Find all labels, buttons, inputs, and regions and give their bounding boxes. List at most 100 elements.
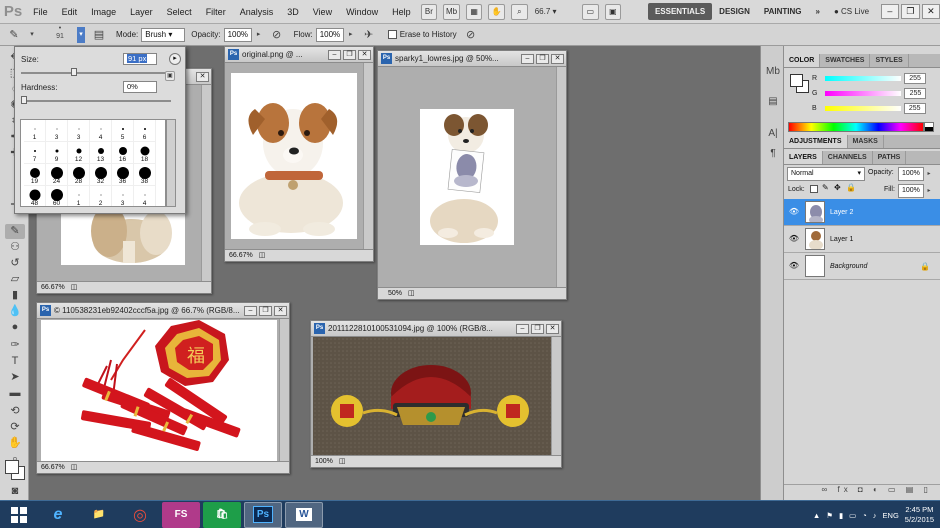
- doc-close-icon[interactable]: ✕: [274, 305, 287, 316]
- file-explorer-icon[interactable]: 📁: [80, 502, 118, 528]
- menu-file[interactable]: File: [26, 2, 55, 22]
- hardness-slider-track[interactable]: [21, 100, 171, 102]
- opacity-chevron-icon[interactable]: ▸: [255, 27, 263, 43]
- store-icon[interactable]: 🛍: [203, 501, 241, 528]
- lock-all-icon[interactable]: 🔒: [846, 183, 856, 192]
- layer-name[interactable]: Layer 2: [830, 209, 940, 216]
- tab-masks[interactable]: MASKS: [848, 135, 884, 148]
- mini-bridge-button[interactable]: Mb: [443, 3, 460, 20]
- brush-preset[interactable]: 16: [112, 142, 134, 164]
- doc-info-icon[interactable]: ◫: [71, 282, 78, 293]
- brush-preset[interactable]: 4: [134, 186, 156, 206]
- clock[interactable]: 2:45 PM 5/2/2015: [905, 505, 934, 525]
- green-slider[interactable]: [825, 90, 902, 96]
- hardness-slider-thumb[interactable]: [21, 96, 27, 104]
- mode-select[interactable]: Brush ▾: [141, 27, 186, 42]
- layer-thumbnail[interactable]: [805, 201, 825, 223]
- vertical-scrollbar[interactable]: [551, 337, 561, 455]
- lock-transparent-icon[interactable]: [810, 185, 818, 193]
- screen-mode-icon[interactable]: ▣: [604, 3, 622, 20]
- tool-preset-chevron-icon[interactable]: ▾: [28, 27, 36, 43]
- shape-tool-icon[interactable]: ▬: [5, 386, 25, 401]
- menu-edit[interactable]: Edit: [55, 2, 85, 22]
- history-brush-tool-icon[interactable]: ↺: [5, 256, 25, 271]
- menu-image[interactable]: Image: [84, 2, 123, 22]
- brush-preset[interactable]: 3: [46, 120, 68, 142]
- volume-icon[interactable]: ♪: [873, 511, 877, 520]
- fs-app-icon[interactable]: FS: [162, 501, 200, 528]
- layer-row-background[interactable]: 👁 Background 🔒: [784, 253, 940, 280]
- doc-zoom-value[interactable]: 66.67%: [229, 250, 253, 261]
- blur-tool-icon[interactable]: 💧: [5, 304, 25, 319]
- close-button[interactable]: ✕: [921, 4, 940, 19]
- brush-preset[interactable]: 32: [90, 164, 112, 186]
- photoshop-taskbar-icon[interactable]: Ps: [244, 501, 282, 528]
- visibility-eye-icon[interactable]: 👁: [788, 234, 800, 244]
- menu-3d[interactable]: 3D: [280, 2, 306, 22]
- doc-close-icon[interactable]: ✕: [551, 53, 564, 64]
- brush-preset[interactable]: 12: [68, 142, 90, 164]
- doc-info-icon[interactable]: ◫: [259, 250, 266, 261]
- visibility-eye-icon[interactable]: 👁: [788, 261, 800, 271]
- visibility-eye-icon[interactable]: 👁: [788, 207, 800, 217]
- brush-preset[interactable]: 2: [90, 186, 112, 206]
- brush-preset[interactable]: 1: [68, 186, 90, 206]
- cs-live-button[interactable]: ● CS Live ▾: [827, 3, 879, 33]
- menu-select[interactable]: Select: [160, 2, 199, 22]
- brush-preset[interactable]: 4: [90, 120, 112, 142]
- 3d-orbit-tool-icon[interactable]: ⟳: [5, 420, 25, 435]
- document-title-bar[interactable]: Ps © 110538231eb92402cccf5a.jpg @ 66.7% …: [37, 303, 289, 319]
- mini-bridge-icon[interactable]: Mb: [765, 64, 781, 80]
- doc-restore-icon[interactable]: ❐: [536, 53, 549, 64]
- doc-restore-icon[interactable]: ❐: [343, 49, 356, 60]
- character-icon[interactable]: A|: [765, 126, 781, 142]
- layer-row-layer-2[interactable]: 👁 Layer 2: [784, 199, 940, 226]
- brush-panel-toggle-icon[interactable]: ▤: [91, 27, 107, 43]
- minimize-button[interactable]: –: [880, 4, 900, 19]
- doc-zoom-value[interactable]: 50%: [388, 288, 402, 299]
- brush-preset[interactable]: 7: [24, 142, 46, 164]
- brush-preset[interactable]: 28: [68, 164, 90, 186]
- hardness-field[interactable]: 0%: [123, 81, 157, 93]
- document-window-firecrackers[interactable]: Ps © 110538231eb92402cccf5a.jpg @ 66.7% …: [36, 302, 290, 474]
- tab-channels[interactable]: CHANNELS: [823, 151, 873, 164]
- document-title-bar[interactable]: Ps sparky1_lowres.jpg @ 50%... – ❐ ✕: [378, 51, 566, 67]
- workspace-design[interactable]: DESIGN: [712, 3, 757, 20]
- lock-position-icon[interactable]: ✥: [834, 183, 841, 192]
- menu-help[interactable]: Help: [385, 2, 418, 22]
- layer-opacity-chevron-icon[interactable]: ▸: [925, 167, 933, 181]
- workspace-painting[interactable]: PAINTING: [757, 3, 809, 20]
- color-spectrum[interactable]: [788, 122, 924, 132]
- opacity-field[interactable]: 100%: [223, 27, 252, 42]
- doc-zoom-value[interactable]: 66.67%: [41, 282, 65, 293]
- lock-image-icon[interactable]: ✎: [822, 183, 829, 192]
- panel-fg-swatch[interactable]: [790, 74, 803, 87]
- menu-filter[interactable]: Filter: [199, 2, 233, 22]
- doc-info-icon[interactable]: ◫: [71, 462, 78, 473]
- doc-minimize-icon[interactable]: –: [328, 49, 341, 60]
- brush-preset[interactable]: 60: [46, 186, 68, 206]
- brush-preset[interactable]: 18: [134, 142, 156, 164]
- red-value-field[interactable]: 255: [904, 72, 927, 84]
- brush-preset[interactable]: 3: [68, 120, 90, 142]
- brush-preset[interactable]: 9: [46, 142, 68, 164]
- eraser-tool-icon[interactable]: ✎: [6, 27, 22, 43]
- doc-zoom-value[interactable]: 66.67%: [41, 462, 65, 473]
- blend-mode-select[interactable]: Normal ▾: [787, 167, 865, 181]
- language-indicator[interactable]: ENG: [883, 511, 899, 520]
- battery-icon[interactable]: ▭: [849, 511, 856, 520]
- document-canvas[interactable]: [420, 109, 514, 245]
- doc-close-icon[interactable]: ✕: [546, 323, 559, 334]
- brush-tool-icon[interactable]: ✎: [5, 224, 25, 239]
- tab-paths[interactable]: PATHS: [873, 151, 907, 164]
- chrome-icon[interactable]: ◎: [121, 502, 159, 528]
- paragraph-icon[interactable]: ¶: [765, 146, 781, 162]
- tab-color[interactable]: COLOR: [784, 54, 821, 67]
- menu-window[interactable]: Window: [339, 2, 385, 22]
- tray-arrow-icon[interactable]: ▲: [813, 511, 820, 520]
- menu-layer[interactable]: Layer: [123, 2, 160, 22]
- gradient-tool-icon[interactable]: ▮: [5, 288, 25, 303]
- brush-preset[interactable]: 19: [24, 164, 46, 186]
- vertical-scrollbar[interactable]: [556, 67, 566, 287]
- brush-preset[interactable]: 6: [134, 120, 156, 142]
